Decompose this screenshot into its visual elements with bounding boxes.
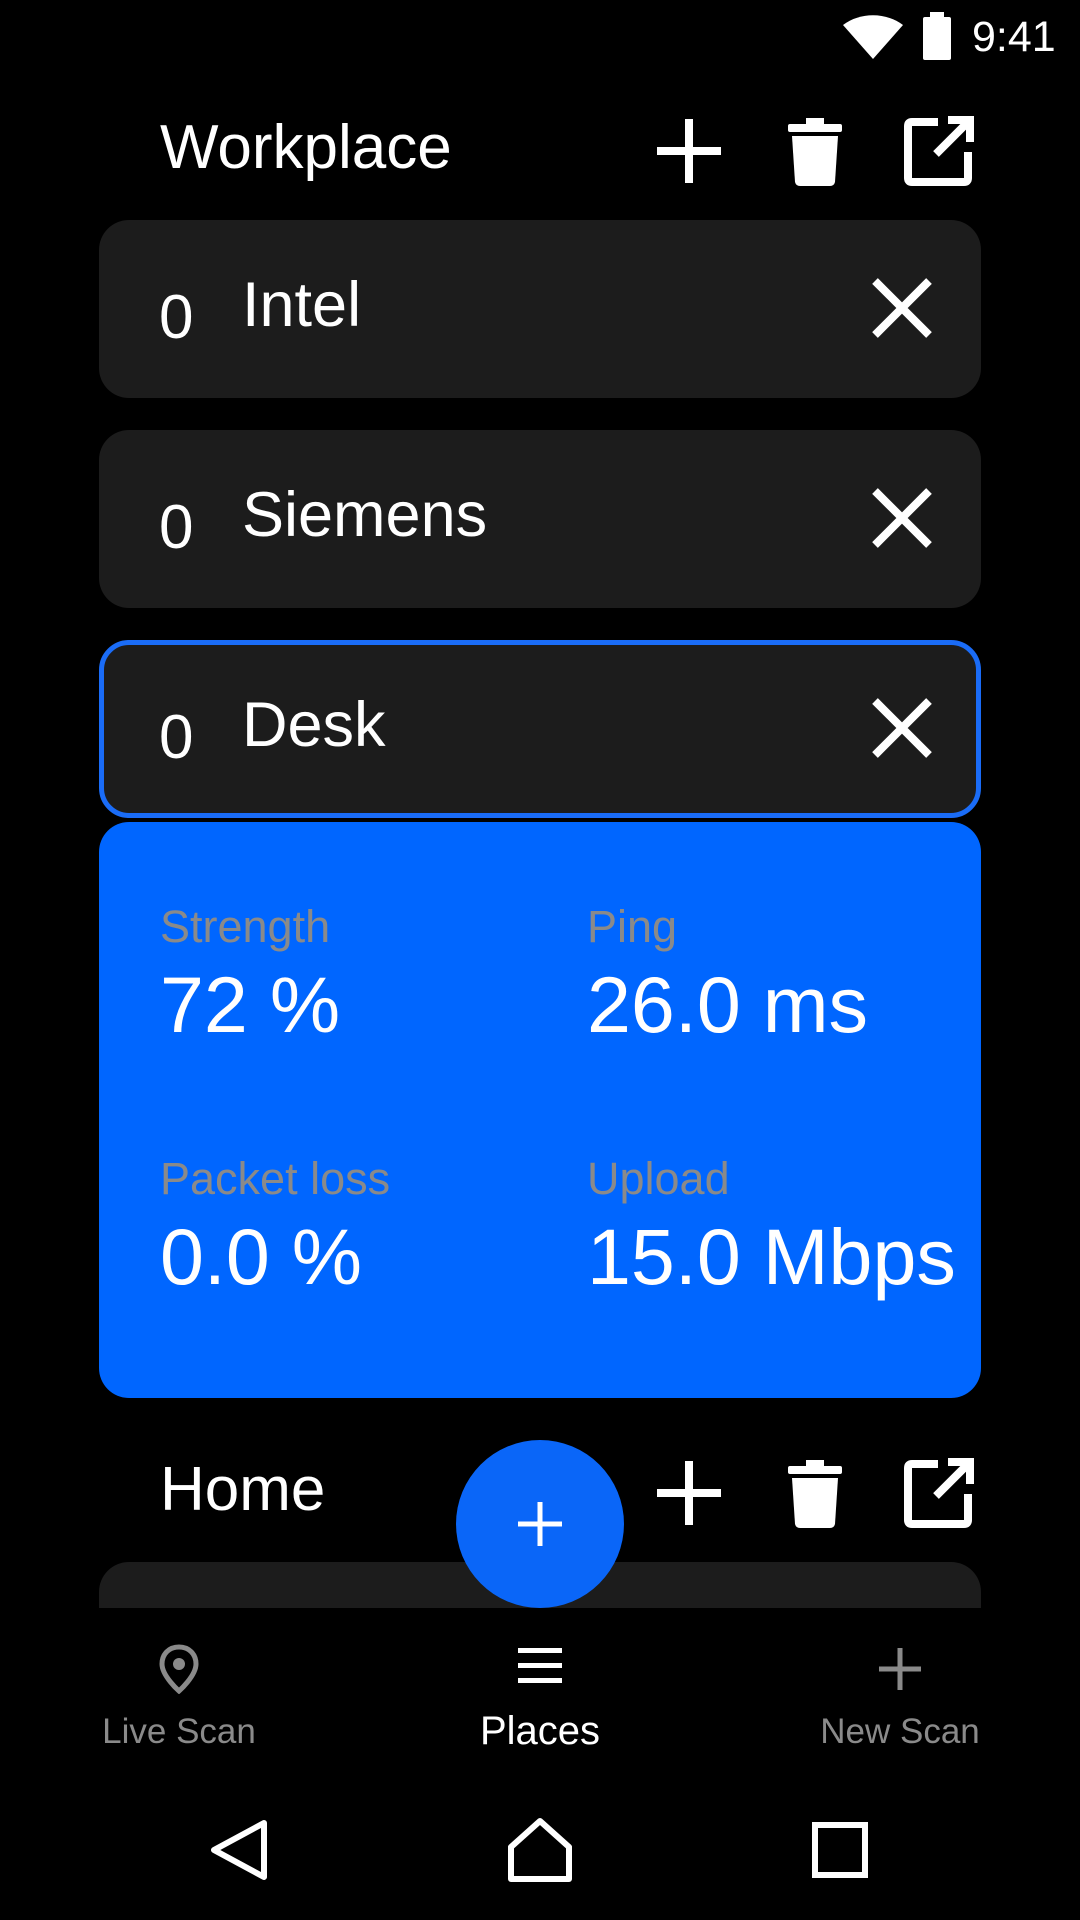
remove-place-icon[interactable] xyxy=(869,485,935,551)
place-name: Intel xyxy=(242,270,362,340)
plus-icon xyxy=(518,1502,562,1546)
strength-metric: Strength 72 % xyxy=(160,902,340,1050)
place-detail-panel: Strength 72 % Ping 26.0 ms Packet loss 0… xyxy=(99,822,981,1398)
system-navigation-bar xyxy=(0,1780,1080,1920)
recents-icon[interactable] xyxy=(805,1815,875,1885)
strength-label: Strength xyxy=(160,901,331,952)
nav-label: Places xyxy=(479,1709,601,1753)
add-place-icon[interactable] xyxy=(654,1458,724,1528)
ping-value: 26.0 ms xyxy=(587,960,869,1049)
section-title: Home xyxy=(160,1455,326,1524)
remove-place-icon[interactable] xyxy=(869,695,935,761)
nav-live-scan[interactable]: Live Scan xyxy=(29,1608,329,1780)
status-bar: 9:41 xyxy=(0,0,1080,72)
place-card-intel[interactable]: 0 Intel xyxy=(99,220,981,398)
upload-metric: Upload 15.0 Mbps xyxy=(587,1154,956,1302)
nav-label: Live Scan xyxy=(102,1712,256,1751)
wifi-icon xyxy=(843,15,903,59)
clock: 9:41 xyxy=(972,13,1056,61)
bottom-navigation: Live Scan Places New Scan xyxy=(0,1608,1080,1780)
list-icon xyxy=(518,1648,562,1683)
section-title: Workplace xyxy=(160,113,452,182)
place-card-siemens[interactable]: 0 Siemens xyxy=(99,430,981,608)
ping-metric: Ping 26.0 ms xyxy=(587,902,868,1050)
delete-section-icon[interactable] xyxy=(780,1458,850,1528)
packet-loss-label: Packet loss xyxy=(160,1153,391,1204)
section-header-workplace: Workplace xyxy=(0,98,1080,198)
plus-icon xyxy=(879,1648,921,1690)
packet-loss-metric: Packet loss 0.0 % xyxy=(160,1154,390,1302)
back-icon[interactable] xyxy=(206,1815,276,1885)
delete-section-icon[interactable] xyxy=(780,116,850,186)
battery-icon xyxy=(923,12,951,60)
place-card-desk[interactable]: 0 Desk xyxy=(99,640,981,818)
home-icon[interactable] xyxy=(505,1815,575,1885)
ping-label: Ping xyxy=(587,901,678,952)
open-external-icon[interactable] xyxy=(904,116,974,186)
place-count: 0 xyxy=(159,493,194,562)
nav-new-scan[interactable]: New Scan xyxy=(750,1608,1050,1780)
add-place-icon[interactable] xyxy=(654,116,724,186)
upload-value: 15.0 Mbps xyxy=(587,1212,956,1301)
location-pin-icon xyxy=(159,1644,199,1694)
packet-loss-value: 0.0 % xyxy=(160,1212,363,1301)
remove-place-icon[interactable] xyxy=(869,275,935,341)
place-count: 0 xyxy=(159,283,194,352)
add-fab[interactable] xyxy=(456,1440,624,1608)
open-external-icon[interactable] xyxy=(904,1458,974,1528)
upload-label: Upload xyxy=(587,1153,730,1204)
place-count: 0 xyxy=(159,703,194,772)
strength-value: 72 % xyxy=(160,960,341,1049)
place-name: Desk xyxy=(242,690,386,760)
nav-label: New Scan xyxy=(820,1712,980,1751)
nav-places[interactable]: Places xyxy=(390,1608,690,1780)
place-name: Siemens xyxy=(242,480,488,550)
